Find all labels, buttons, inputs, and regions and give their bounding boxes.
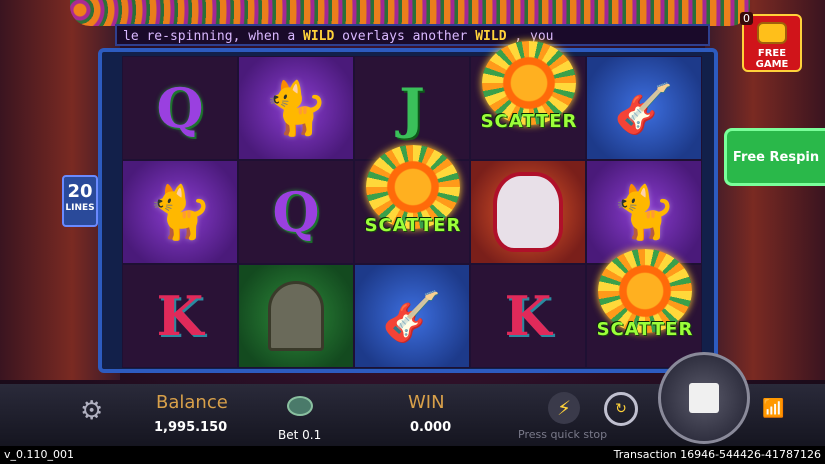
symbol-letter-q: Q — [272, 180, 320, 244]
symbol-cat-icon: 🐈 — [611, 182, 677, 243]
scatter-label: SCATTER — [480, 111, 578, 132]
flower-garland — [70, 0, 750, 26]
turbo-lightning-icon[interactable]: ⚡ — [548, 392, 580, 424]
symbol-guitar-icon: 🎸 — [382, 288, 442, 345]
wifi-signal-icon: 📶 — [762, 398, 785, 419]
coin-stack-icon — [757, 22, 787, 44]
transaction-id: Transaction 16946-544426-41787126 — [613, 448, 821, 461]
reel-cell: SCATTER — [354, 145, 470, 264]
version-text: v_0.110_001 — [4, 448, 74, 461]
chip-stack-icon[interactable] — [287, 396, 313, 416]
symbol-cat-icon: 🐈 — [263, 78, 329, 139]
symbol-guitar-icon: 🎸 — [614, 80, 674, 137]
symbol-tombstone-icon — [268, 281, 324, 351]
free-game-count: 0 — [740, 12, 753, 25]
reel-cell: 🎸 — [586, 56, 702, 160]
reel-cell — [238, 264, 354, 368]
reel-cell: 🐈 — [238, 56, 354, 160]
symbol-letter-q: Q — [156, 76, 204, 140]
quick-stop-hint: Press quick stop — [518, 428, 608, 441]
symbol-scatter: SCATTER — [353, 145, 473, 263]
win-value: 0.000 — [410, 420, 452, 435]
rules-ticker: le re-spinning, when a WILD overlays ano… — [115, 24, 710, 46]
paylines-count: 20 — [67, 181, 93, 202]
reel-cell: K — [470, 264, 586, 368]
symbol-letter-k: K — [156, 284, 204, 348]
stop-icon — [689, 383, 719, 413]
scatter-label: SCATTER — [596, 319, 694, 340]
reel-cell: 🎸 — [354, 264, 470, 368]
gear-icon[interactable]: ⚙ — [80, 396, 103, 426]
symbol-cat-icon: 🐈 — [147, 182, 213, 243]
scatter-label: SCATTER — [364, 215, 462, 236]
reel-cell: K — [122, 264, 238, 368]
symbol-scatter: SCATTER — [585, 249, 705, 367]
reel-cell — [470, 160, 586, 264]
autoplay-icon[interactable]: ↻ — [604, 392, 638, 426]
reel-cell: 🐈 — [122, 160, 238, 264]
symbol-scatter: SCATTER — [469, 41, 589, 159]
status-bar: v_0.110_001 Transaction 16946-544426-417… — [0, 446, 825, 464]
free-respin-button[interactable]: Free Respin — [724, 128, 825, 186]
reel-cell: Q — [122, 56, 238, 160]
reel-grid: Q 🐈 J SCATTER 🎸 🐈 Q SCATTER 🐈 K 🎸 K SCATTER — [122, 41, 702, 368]
paylines-label: LINES — [65, 203, 95, 213]
symbol-letter-j: J — [399, 76, 425, 140]
free-game-label: FREE GAME — [755, 48, 789, 70]
free-game-button[interactable]: 0 FREE GAME — [740, 12, 802, 72]
balance-value: 1,995.150 — [154, 420, 228, 435]
balance-label: Balance — [156, 392, 228, 413]
symbol-catrina-icon — [493, 172, 563, 252]
reel-cell: SCATTER — [470, 41, 586, 160]
symbol-letter-k: K — [504, 284, 552, 348]
win-label: WIN — [408, 392, 445, 413]
paylines-badge: 20 LINES — [62, 175, 98, 227]
bet-button[interactable]: Bet 0.1 — [278, 428, 321, 442]
reel-cell: SCATTER — [586, 249, 702, 368]
reel-cell: Q — [238, 160, 354, 264]
game-stage: le re-spinning, when a WILD overlays ano… — [0, 0, 825, 464]
